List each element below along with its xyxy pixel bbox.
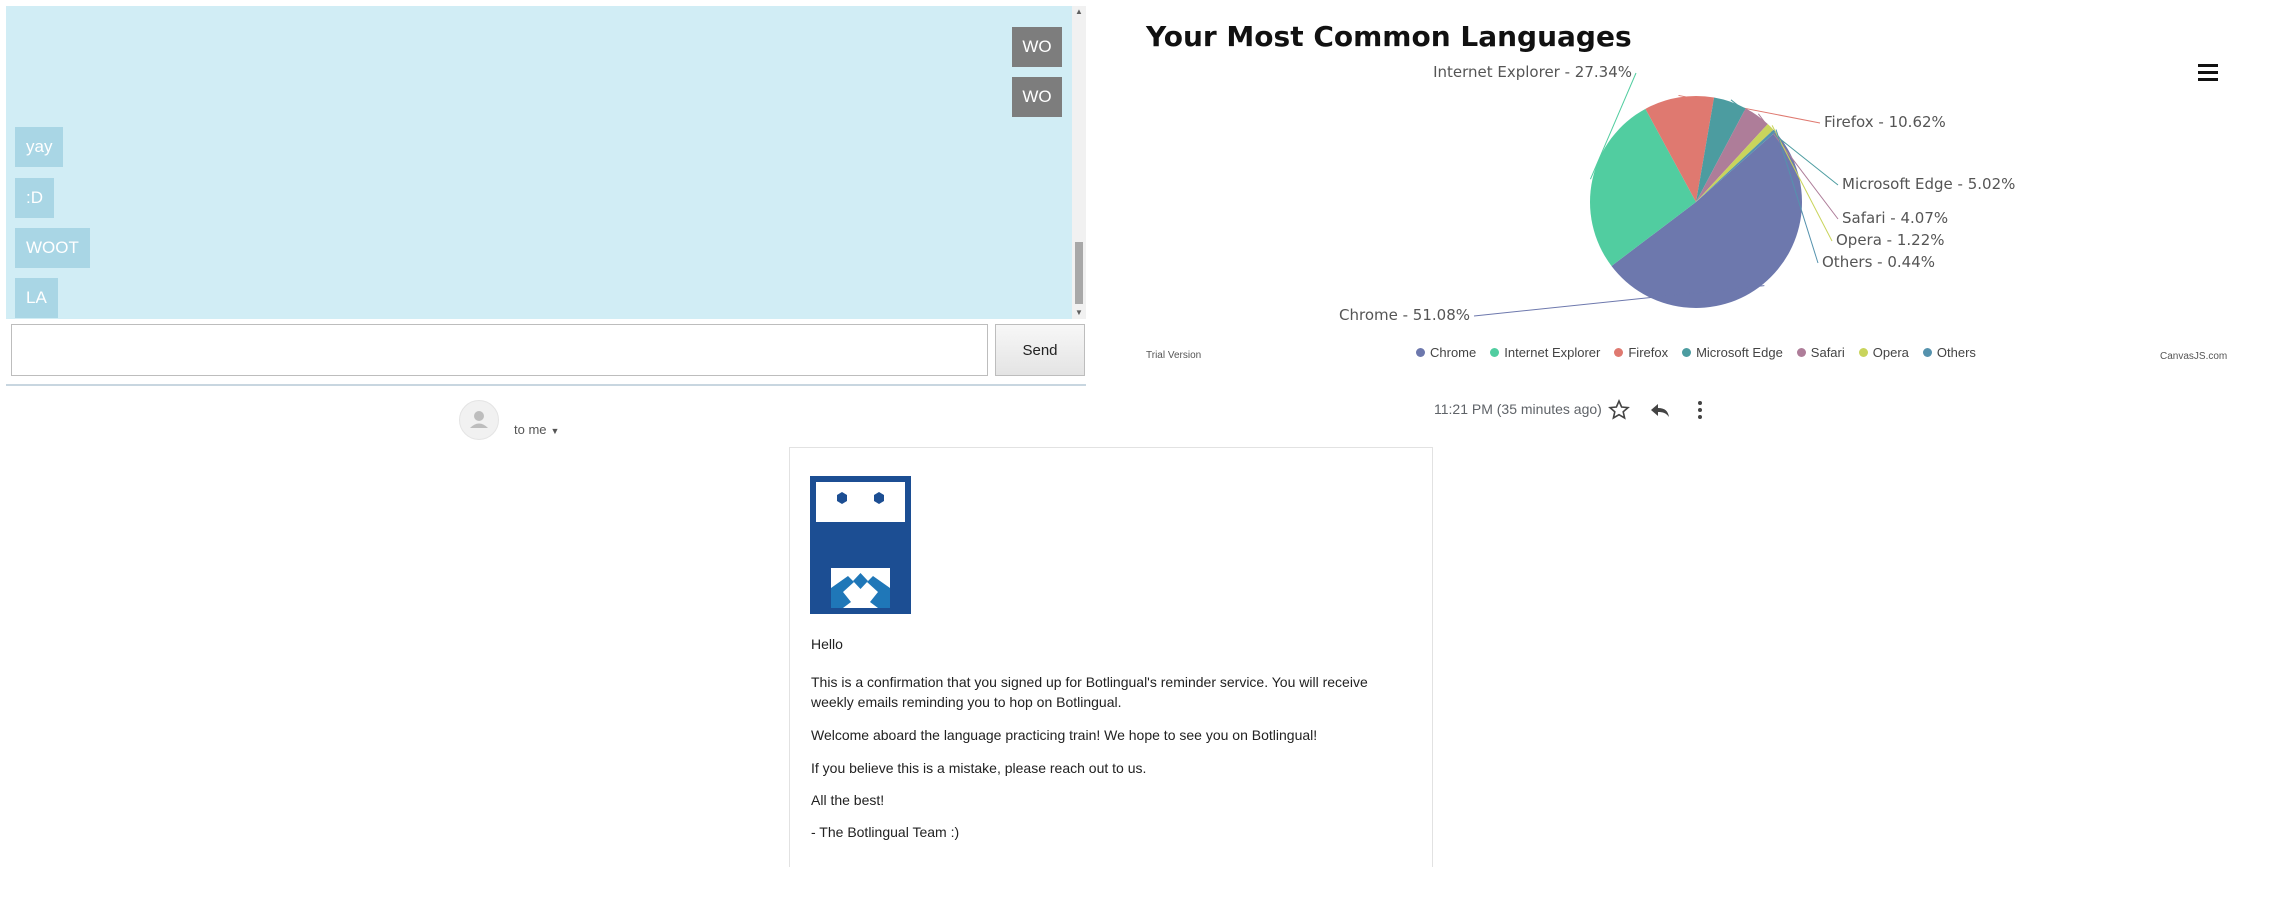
- recipient-dropdown[interactable]: to me ▼: [514, 422, 559, 437]
- legend-label: Internet Explorer: [1504, 345, 1601, 360]
- slice-label: Safari - 4.07%: [1842, 209, 1948, 227]
- email-paragraph: Welcome aboard the language practicing t…: [811, 727, 1318, 743]
- chevron-down-icon: ▼: [550, 426, 560, 436]
- chat-message-self: WO: [1012, 27, 1062, 67]
- chat-panel: WO WO yay :D WOOT LA ▲ ▼ Send: [6, 6, 1086, 386]
- legend-label: Firefox: [1628, 345, 1669, 360]
- trial-version-label: Trial Version: [1146, 350, 1202, 361]
- legend-item[interactable]: Others: [1922, 345, 1976, 360]
- star-icon: [1608, 398, 1630, 420]
- legend-label: Microsoft Edge: [1696, 345, 1783, 360]
- recipient-label: to me: [514, 422, 547, 437]
- pie-chart: Chrome - 51.08% Internet Explorer - 27.34…: [1339, 63, 2015, 324]
- reply-icon: [1651, 404, 1669, 417]
- slice-label: Firefox - 10.62%: [1824, 113, 1946, 131]
- legend-marker: [1416, 348, 1425, 357]
- slice-label: Internet Explorer - 27.34%: [1433, 63, 1632, 81]
- legend-marker: [1614, 348, 1624, 357]
- email-paragraph: If you believe this is a mistake, please…: [811, 760, 1147, 776]
- star-button[interactable]: [1605, 396, 1633, 424]
- chat-message-other: LA: [15, 278, 58, 318]
- slice-label: Others - 0.44%: [1822, 253, 1935, 271]
- legend-marker: [1922, 348, 1932, 357]
- email-signature: - The Botlingual Team :): [811, 824, 960, 840]
- slice-label: Opera - 1.22%: [1836, 231, 1945, 249]
- legend-item[interactable]: Internet Explorer: [1490, 345, 1600, 360]
- canvasjs-credit-link[interactable]: CanvasJS.com: [2160, 351, 2227, 362]
- chat-log: WO WO yay :D WOOT LA: [6, 6, 1072, 319]
- legend-item[interactable]: Chrome: [1416, 345, 1476, 360]
- chart-panel: Your Most Common Languages Chrome - 51.0…: [1140, 0, 2260, 380]
- chat-message-self: WO: [1012, 77, 1062, 117]
- email-greeting: Hello: [811, 636, 843, 652]
- reply-button[interactable]: [1646, 396, 1674, 424]
- legend-label: Chrome: [1430, 345, 1477, 360]
- legend-item[interactable]: Firefox: [1614, 345, 1668, 360]
- chat-message-input[interactable]: [11, 324, 988, 376]
- chat-message-other: WOOT: [15, 228, 90, 268]
- sender-avatar[interactable]: [459, 400, 499, 440]
- email-paragraph: This is a confirmation that you signed u…: [811, 674, 1368, 710]
- legend-marker: [1858, 348, 1868, 357]
- email-paragraph: All the best!: [811, 792, 885, 808]
- chat-scrollbar[interactable]: ▲ ▼: [1072, 6, 1086, 319]
- chart-legend: Chrome Internet Explorer Firefox Microsoft …: [1416, 345, 1976, 360]
- slice-label: Microsoft Edge - 5.02%: [1842, 175, 2015, 193]
- botlingual-logo: [810, 476, 911, 614]
- chat-message-other: yay: [15, 127, 64, 167]
- legend-marker: [1796, 348, 1806, 357]
- legend-label: Others: [1936, 345, 1976, 360]
- legend-marker: [1490, 348, 1500, 357]
- legend-label: Opera: [1872, 345, 1909, 360]
- email-body: Hello This is a confirmation that you si…: [789, 447, 1433, 867]
- slice-label: Chrome - 51.08%: [1339, 306, 1470, 324]
- scrollbar-thumb[interactable]: [1075, 242, 1083, 304]
- legend-label: Safari: [1810, 345, 1845, 360]
- more-options-button[interactable]: [1686, 396, 1714, 424]
- legend-marker: [1682, 348, 1692, 357]
- chat-message-other: :D: [15, 178, 54, 218]
- legend-item[interactable]: Microsoft Edge: [1682, 345, 1783, 360]
- send-button[interactable]: Send: [995, 324, 1085, 376]
- email-timestamp: 11:21 PM (35 minutes ago): [1434, 401, 1602, 417]
- legend-item[interactable]: Opera: [1858, 345, 1909, 360]
- legend-item[interactable]: Safari: [1796, 345, 1845, 360]
- more-vert-icon: [1698, 401, 1702, 419]
- scroll-down-arrow-icon[interactable]: ▼: [1072, 307, 1086, 319]
- person-icon: [470, 411, 488, 428]
- scroll-up-arrow-icon[interactable]: ▲: [1072, 6, 1086, 18]
